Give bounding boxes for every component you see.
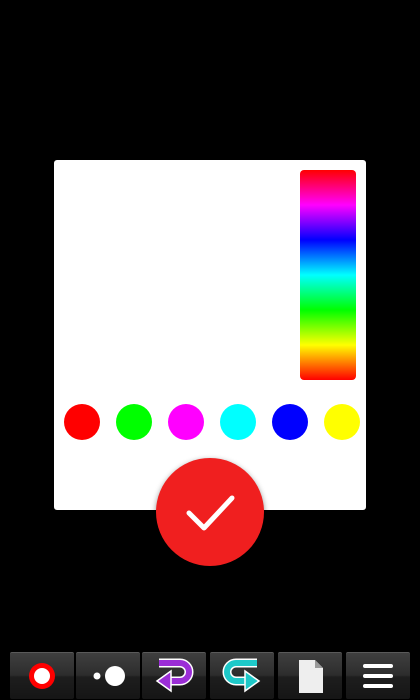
- undo-arrow-icon: [155, 658, 194, 693]
- clear-canvas-button[interactable]: [278, 652, 342, 699]
- paint-app-screen: [0, 0, 420, 700]
- menu-button[interactable]: [346, 652, 410, 699]
- undo-button[interactable]: [142, 652, 206, 699]
- swatch-cyan[interactable]: [220, 404, 256, 440]
- swatch-red[interactable]: [64, 404, 100, 440]
- menu-icon: [363, 664, 393, 688]
- swatch-blue[interactable]: [272, 404, 308, 440]
- swatch-row: [64, 404, 360, 440]
- page-icon: [299, 660, 323, 693]
- brush-size-icon: [93, 666, 125, 686]
- swatch-magenta[interactable]: [168, 404, 204, 440]
- redo-button[interactable]: [210, 652, 274, 699]
- bottom-toolbar: [0, 650, 420, 700]
- hue-slider[interactable]: [300, 170, 356, 380]
- confirm-color-button[interactable]: [156, 458, 264, 566]
- brush-size-button[interactable]: [76, 652, 140, 699]
- color-tool-button[interactable]: [10, 652, 74, 699]
- swatch-green[interactable]: [116, 404, 152, 440]
- check-icon: [186, 495, 235, 531]
- redo-arrow-icon: [222, 658, 261, 693]
- color-ring-icon: [29, 663, 55, 689]
- swatch-yellow[interactable]: [324, 404, 360, 440]
